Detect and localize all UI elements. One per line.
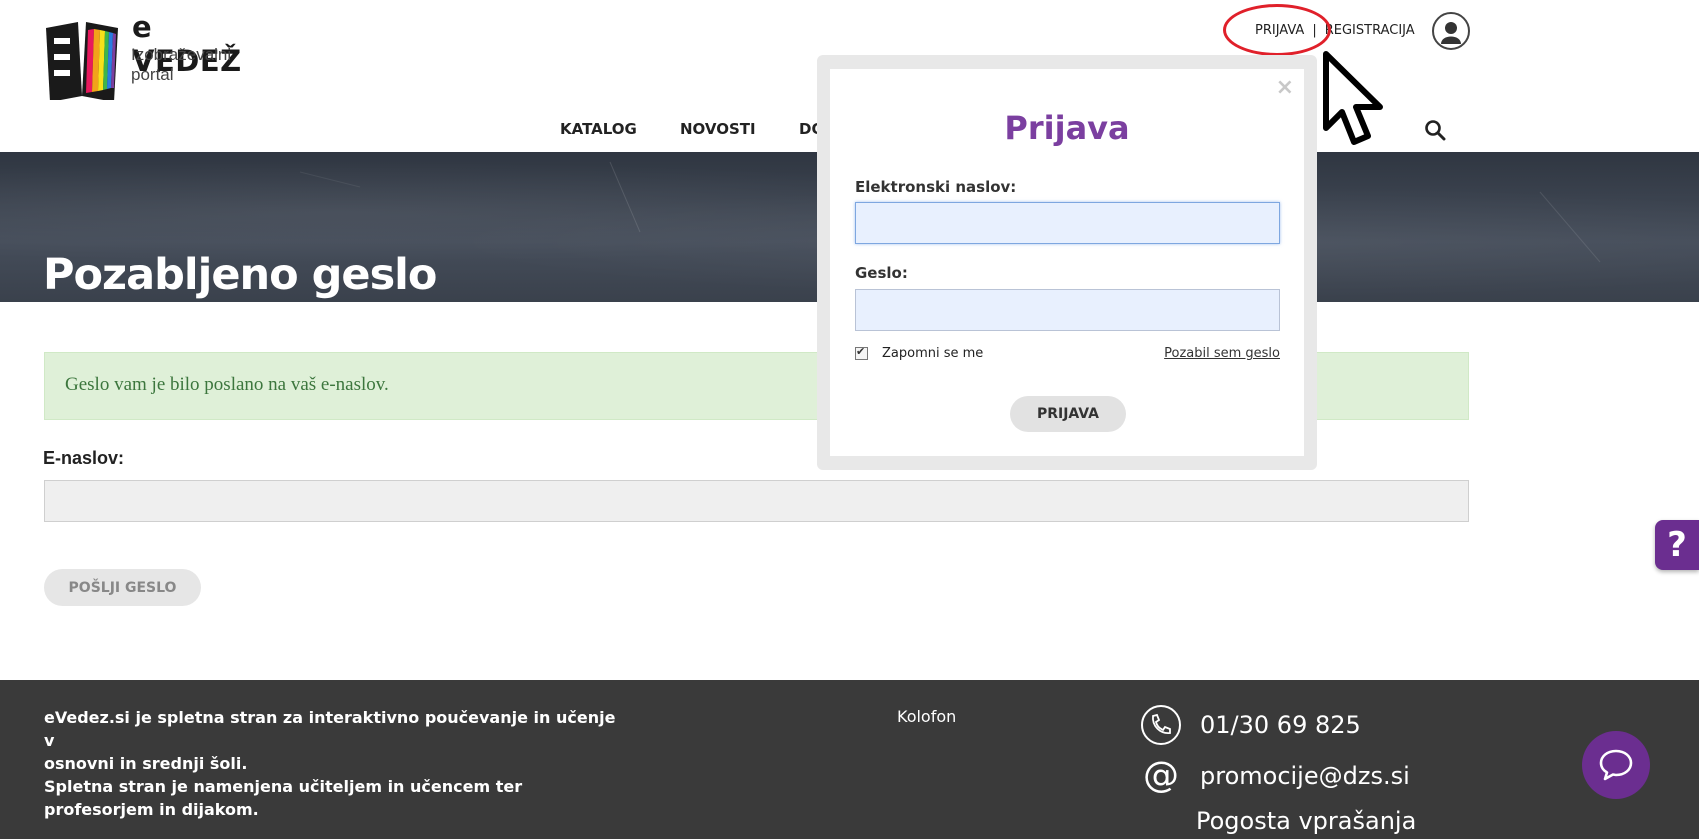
modal-password-input[interactable] — [855, 289, 1280, 331]
phone-number[interactable]: 01/30 69 825 — [1200, 711, 1361, 739]
footer-phone: 01/30 69 825 — [1140, 704, 1361, 746]
footer-email: @ promocije@dzs.si — [1140, 755, 1410, 797]
person-silhouette-icon — [1441, 22, 1461, 44]
logo-subtitle-line2: portal — [131, 65, 174, 84]
nav-item-novosti[interactable]: NOVOSTI — [680, 120, 756, 138]
faq-link[interactable]: Pogosta vprašanja — [1196, 807, 1416, 835]
page-title: Pozabljeno geslo — [43, 250, 437, 300]
nav-item-katalog[interactable]: KATALOG — [560, 120, 637, 138]
remember-me-checkbox[interactable] — [855, 345, 868, 360]
login-modal: × Prijava Elektronski naslov: Geslo: Zap… — [817, 55, 1317, 470]
help-tab[interactable]: ? — [1655, 520, 1699, 570]
modal-password-label: Geslo: — [855, 264, 908, 282]
site-logo[interactable]: e VEDEŽ Izobraževalni portal — [42, 10, 252, 100]
footer-about-line4: profesorjem in dijakom. — [44, 800, 259, 819]
email-label: E-naslov: — [43, 448, 125, 468]
chat-icon — [1599, 749, 1633, 781]
site-footer: eVedez.si je spletna stran za interaktiv… — [0, 680, 1699, 839]
at-sign-icon: @ — [1143, 755, 1179, 796]
close-icon[interactable]: × — [1276, 75, 1294, 100]
modal-title: Prijava — [1004, 109, 1130, 147]
logo-subtitle: Izobraževalni portal — [131, 45, 231, 85]
login-highlight-circle — [1223, 4, 1331, 56]
register-link[interactable]: REGISTRACIJA — [1325, 23, 1415, 38]
phone-icon — [1141, 705, 1181, 745]
chat-button[interactable] — [1582, 731, 1650, 799]
email-link[interactable]: promocije@dzs.si — [1200, 762, 1410, 790]
remember-me-label: Zapomni se me — [882, 346, 984, 361]
book-logo-icon — [46, 22, 118, 100]
remember-me: Zapomni se me — [855, 345, 984, 361]
email-input[interactable] — [44, 480, 1469, 522]
user-avatar-icon[interactable] — [1432, 12, 1470, 50]
modal-email-label: Elektronski naslov: — [855, 178, 1017, 196]
footer-about-line3: Spletna stran je namenjena učiteljem in … — [44, 777, 523, 796]
modal-login-button[interactable]: PRIJAVA — [1010, 396, 1126, 432]
search-icon[interactable] — [1424, 119, 1446, 141]
logo-subtitle-line1: Izobraževalni — [131, 45, 232, 64]
footer-about-line1: eVedez.si je spletna stran za interaktiv… — [44, 708, 616, 750]
modal-email-input[interactable] — [855, 202, 1280, 244]
footer-about-line2: osnovni in srednji šoli. — [44, 754, 248, 773]
mouse-cursor-icon — [1323, 51, 1383, 145]
forgot-password-link[interactable]: Pozabil sem geslo — [1164, 346, 1280, 361]
send-password-button[interactable]: POŠLJI GESLO — [44, 569, 201, 606]
login-modal-body: × Prijava Elektronski naslov: Geslo: Zap… — [830, 69, 1304, 456]
footer-about: eVedez.si je spletna stran za interaktiv… — [44, 706, 624, 821]
kolofon-link[interactable]: Kolofon — [897, 707, 956, 726]
svg-text:@: @ — [1143, 755, 1179, 796]
